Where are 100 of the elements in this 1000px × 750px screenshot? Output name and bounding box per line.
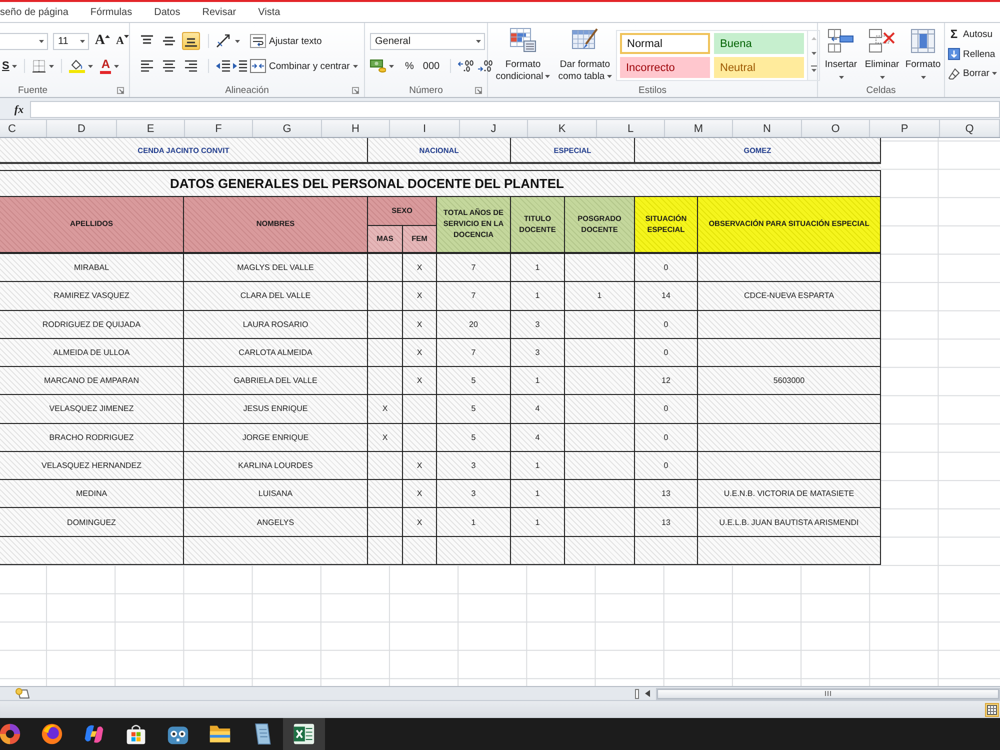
shrink-font-button[interactable]: A	[116, 32, 129, 50]
taskbar-button[interactable]	[283, 718, 325, 750]
table-cell: 7	[437, 254, 511, 282]
table-cell: CDCE-NUEVA ESPARTA	[698, 282, 881, 311]
table-cell: DOMINGUEZ	[0, 508, 184, 537]
table-cell: 4	[511, 424, 565, 452]
table-cell: U.E.L.B. JUAN BAUTISTA ARISMENDI	[698, 508, 881, 537]
dialog-launcher-icon[interactable]	[117, 87, 124, 94]
format-as-table-button[interactable]: Dar formato como tabla	[555, 28, 615, 83]
paint-bucket-icon[interactable]	[69, 59, 86, 73]
insert-button[interactable]: Insertar	[821, 29, 861, 83]
font-color-button[interactable]: A	[100, 58, 112, 74]
underline-button[interactable]: S	[2, 57, 10, 75]
align-center-icon	[162, 60, 176, 72]
column-header[interactable]: P	[870, 120, 940, 137]
split-handle[interactable]	[635, 688, 639, 698]
caret-icon[interactable]	[114, 64, 120, 68]
normal-view-button[interactable]	[985, 702, 999, 716]
cell-style-item[interactable]: Normal	[620, 33, 710, 54]
table-cell: MARCANO DE AMPARAN	[0, 367, 184, 396]
column-header[interactable]: C	[0, 120, 47, 137]
table-cell: CLARA DEL VALLE	[184, 282, 368, 311]
increase-decimal-icon[interactable]	[458, 59, 474, 73]
column-header[interactable]: N	[733, 120, 802, 137]
cell-style-item[interactable]: Buena	[714, 33, 804, 54]
caret-icon[interactable]	[12, 64, 18, 68]
dialog-launcher-icon[interactable]	[352, 87, 359, 94]
table-cell: X	[368, 424, 403, 452]
thousands-button[interactable]: 000	[422, 57, 440, 75]
column-header[interactable]: F	[185, 120, 253, 137]
ribbon-tab[interactable]: Revisar	[202, 6, 236, 18]
diagonal-arrow-icon[interactable]	[216, 34, 232, 48]
percent-button[interactable]: %	[405, 57, 414, 75]
increase-indent-icon[interactable]	[233, 59, 247, 73]
column-header[interactable]: L	[597, 120, 665, 137]
column-header[interactable]: Q	[940, 120, 1000, 137]
column-header[interactable]: K	[528, 120, 597, 137]
wrap-text-button[interactable]: Ajustar texto	[250, 32, 358, 50]
decrease-indent-icon[interactable]	[216, 59, 230, 73]
caret-icon[interactable]	[49, 64, 54, 68]
table-cell: 13	[635, 508, 698, 537]
ribbon-tab[interactable]: Vista	[258, 6, 280, 18]
table-cell: X	[403, 452, 437, 480]
clear-button[interactable]: Borrar	[948, 64, 1000, 84]
table-cell: RAMIREZ VASQUEZ	[0, 282, 184, 311]
merge-arrows-icon	[250, 59, 266, 73]
table-cell: ANGELYS	[184, 508, 368, 537]
column-header[interactable]: M	[665, 120, 733, 137]
caret-icon	[880, 76, 884, 79]
column-header[interactable]: H	[322, 120, 390, 137]
formula-input[interactable]	[30, 101, 1000, 118]
format-button[interactable]: Formato	[903, 29, 943, 83]
table-cell: 7	[437, 282, 511, 311]
number-format-dropdown[interactable]: General	[370, 32, 485, 50]
column-header[interactable]: I	[390, 120, 460, 137]
conditional-format-button[interactable]: Formato condicional	[491, 28, 555, 83]
spreadsheet-icon	[293, 723, 315, 745]
table-cell: 0	[635, 452, 698, 480]
delete-button[interactable]: Eliminar	[862, 29, 902, 83]
cell-style-item[interactable]: Incorrecto	[620, 57, 710, 78]
caret-icon[interactable]	[389, 64, 394, 68]
decrease-decimal-icon[interactable]	[476, 59, 493, 73]
autosum-button[interactable]: Σ Autosu	[948, 25, 1000, 44]
ribbon-tab[interactable]: Datos	[154, 6, 180, 18]
column-header[interactable]: J	[460, 120, 528, 137]
column-header[interactable]: O	[802, 120, 870, 137]
column-header[interactable]: D	[47, 120, 117, 137]
format-grid-icon	[910, 29, 936, 53]
ribbon-tab[interactable]: seño de página	[0, 6, 68, 18]
left-arrow-icon[interactable]	[645, 690, 650, 697]
column-header[interactable]: G	[253, 120, 322, 137]
borders-icon[interactable]	[32, 59, 46, 73]
caret-icon[interactable]	[235, 40, 240, 42]
vertical-align-button[interactable]	[182, 32, 200, 50]
round-logo-icon	[41, 723, 63, 745]
caret-icon	[838, 76, 844, 79]
merge-center-button[interactable]: Combinar y centrar	[250, 57, 358, 75]
font-size-field[interactable]: 11	[52, 32, 89, 50]
column-header[interactable]: E	[117, 120, 185, 137]
dialog-launcher-icon[interactable]	[475, 87, 482, 94]
table-cell: X	[403, 310, 437, 339]
table-cell: 1	[437, 508, 511, 537]
table-cell: 14	[635, 282, 698, 311]
fill-button[interactable]: Rellena	[948, 44, 1000, 64]
function-button[interactable]: fx	[11, 104, 27, 116]
banknote-coins-icon[interactable]	[370, 59, 386, 73]
cell-style-item[interactable]: Neutral	[714, 57, 804, 78]
table-cell: 5	[437, 424, 511, 452]
caret-icon[interactable]	[88, 64, 94, 68]
shopping-bag-icon	[125, 723, 147, 745]
new-sheet-icon[interactable]	[15, 688, 31, 699]
table-cell: 13	[635, 480, 698, 508]
insert-cells-icon	[828, 29, 854, 53]
table-cell: 1	[511, 508, 565, 537]
grow-font-button[interactable]: A	[94, 32, 110, 50]
table-cell: LAURA ROSARIO	[184, 310, 368, 339]
ribbon-tab[interactable]: Fórmulas	[90, 6, 132, 18]
fill-down-icon	[948, 48, 960, 60]
caret-icon	[992, 72, 998, 76]
font-name-field[interactable]	[0, 32, 48, 50]
